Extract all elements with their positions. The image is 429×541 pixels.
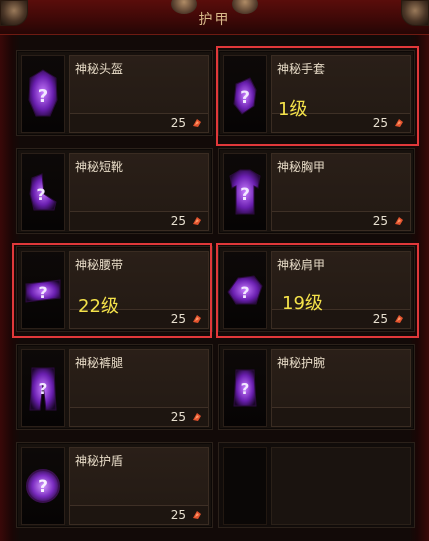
blood-shard-icon: [193, 217, 201, 225]
svg-text:?: ?: [38, 477, 48, 497]
ornament-right: [401, 0, 429, 26]
mystery-bracers-icon: ?: [223, 349, 267, 427]
item-mystery-boots[interactable]: ? 神秘短靴 25: [16, 148, 213, 234]
svg-text:?: ?: [38, 86, 48, 107]
item-cost: 25: [372, 214, 388, 228]
highlight-box-belt: [12, 243, 212, 338]
item-info: 神秘护腕: [271, 349, 411, 427]
item-cost: 25: [170, 410, 186, 424]
mystery-pants-icon: ?: [21, 349, 65, 427]
item-info: 神秘胸甲 25: [271, 153, 411, 231]
category-title: 护甲: [198, 12, 231, 28]
svg-text:?: ?: [39, 380, 48, 398]
item-cost: 25: [170, 508, 186, 522]
item-info: 神秘护盾 25: [69, 447, 209, 525]
item-mystery-shield[interactable]: ? 神秘护盾 25: [16, 442, 213, 528]
empty-slot-frame: [223, 447, 267, 525]
blood-shard-icon: [193, 119, 201, 127]
highlight-box-gloves: [216, 46, 419, 146]
blood-shard-icon: [193, 413, 201, 421]
svg-text:?: ?: [241, 380, 250, 398]
item-name: 神秘短靴: [75, 160, 124, 174]
item-info: 神秘短靴 25: [69, 153, 209, 231]
cost-bar: 25: [70, 407, 208, 426]
mystery-boots-icon: ?: [21, 153, 65, 231]
mystery-helm-icon: ?: [21, 55, 65, 133]
svg-text:?: ?: [240, 185, 250, 205]
item-info: 神秘裤腿 25: [69, 349, 209, 427]
item-cost: 25: [170, 116, 186, 130]
item-mystery-pants[interactable]: ? 神秘裤腿 25: [16, 344, 213, 430]
item-info: 神秘头盔 25: [69, 55, 209, 133]
item-name: 神秘裤腿: [75, 356, 124, 370]
blood-shard-icon: [395, 217, 403, 225]
item-name: 神秘头盔: [75, 62, 124, 76]
cost-bar: [272, 407, 410, 426]
mystery-chest-icon: ?: [223, 153, 267, 231]
item-name: 神秘胸甲: [277, 160, 326, 174]
item-name: 神秘护盾: [75, 454, 124, 468]
mystery-shield-icon: ?: [21, 447, 65, 525]
category-header: 护甲: [0, 0, 429, 35]
item-mystery-helm[interactable]: ? 神秘头盔 25: [16, 50, 213, 136]
blood-shard-icon: [193, 511, 201, 519]
cost-bar: 25: [70, 113, 208, 132]
empty-slot-panel: [271, 447, 411, 525]
cost-bar: 25: [70, 211, 208, 230]
empty-slot: [218, 442, 415, 528]
item-cost: 25: [170, 214, 186, 228]
cost-bar: 25: [70, 505, 208, 524]
item-mystery-bracers[interactable]: ? 神秘护腕: [218, 344, 415, 430]
item-mystery-chest[interactable]: ? 神秘胸甲 25: [218, 148, 415, 234]
highlight-box-shoulders: [216, 243, 419, 338]
item-name: 神秘护腕: [277, 356, 326, 370]
cost-bar: 25: [272, 211, 410, 230]
svg-text:?: ?: [36, 185, 45, 204]
